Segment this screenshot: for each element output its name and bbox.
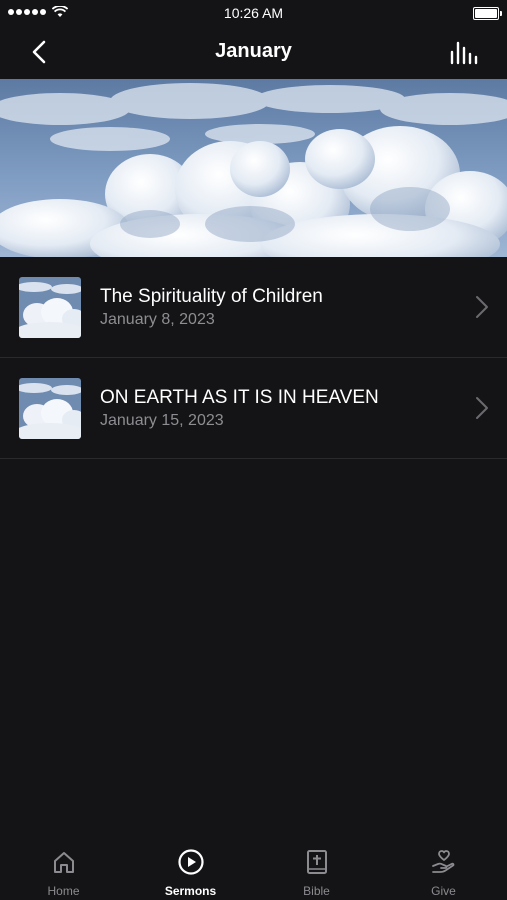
navigation-bar: January [0, 26, 507, 78]
equalizer-icon[interactable] [449, 40, 479, 66]
sermon-list: The Spirituality of Children January 8, … [0, 257, 507, 459]
sermon-thumbnail [19, 277, 81, 338]
sermon-date: January 8, 2023 [100, 311, 215, 328]
sermon-title: The Spirituality of Children [100, 286, 323, 307]
tab-bar: Home Sermons Bible Give [0, 836, 507, 900]
bible-icon [306, 850, 327, 874]
page-title: January [215, 40, 292, 62]
battery-icon [473, 7, 502, 20]
status-bar: 10:26 AM [0, 0, 507, 26]
list-item[interactable]: ON EARTH AS IT IS IN HEAVEN January 15, … [0, 358, 507, 459]
hero-cloud-image [0, 79, 507, 257]
tab-label: Sermons [164, 884, 217, 898]
status-time: 10:26 AM [223, 5, 284, 21]
play-circle-icon [177, 849, 204, 875]
sermon-thumbnail [19, 378, 81, 439]
list-item[interactable]: The Spirituality of Children January 8, … [0, 257, 507, 358]
sermon-title: ON EARTH AS IT IS IN HEAVEN [100, 387, 379, 408]
give-hand-heart-icon [431, 850, 454, 873]
sermon-date: January 15, 2023 [100, 412, 224, 429]
tab-give[interactable]: Give [380, 836, 507, 900]
tab-label: Give [431, 884, 456, 898]
tab-home[interactable]: Home [0, 836, 127, 900]
tab-sermons[interactable]: Sermons [127, 836, 254, 900]
tab-label: Bible [303, 884, 330, 898]
home-icon [53, 852, 74, 873]
tab-bible[interactable]: Bible [253, 836, 380, 900]
chevron-right-icon [476, 397, 488, 419]
chevron-right-icon [476, 296, 488, 318]
tab-label: Home [47, 884, 80, 898]
